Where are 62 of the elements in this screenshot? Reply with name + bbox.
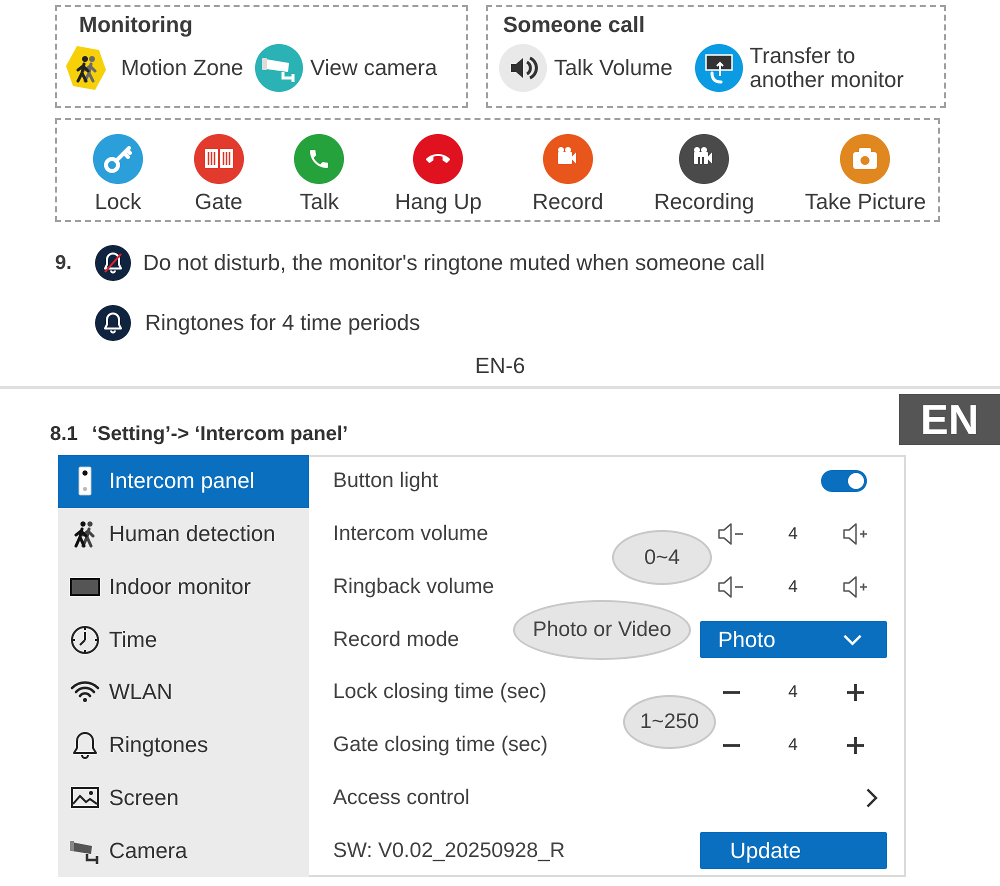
action-label: Take Picture: [804, 189, 926, 215]
value-text: 4: [788, 576, 798, 597]
cctv-camera-icon: [255, 44, 304, 92]
plus-icon[interactable]: [847, 736, 864, 754]
plus-icon[interactable]: [847, 684, 864, 701]
bell-muted-icon: [95, 245, 131, 281]
monitor-transfer-icon: [694, 44, 743, 92]
legend-label: Talk Volume: [554, 56, 673, 80]
setting-label: Button light: [333, 469, 438, 494]
chevron-right-icon[interactable]: [866, 788, 878, 808]
setting-label: Access control: [333, 786, 470, 810]
volume-up-icon[interactable]: [842, 521, 870, 548]
action-label: Lock: [94, 189, 142, 215]
setting-label: Record mode: [333, 628, 460, 652]
callout-bubble: Photo or Video: [513, 600, 691, 660]
language-label: EN: [899, 394, 1000, 445]
sidebar-item[interactable]: WLAN: [58, 666, 309, 719]
section-number: 8.1: [50, 422, 78, 447]
toggle-switch[interactable]: [821, 470, 867, 492]
sidebar-item[interactable]: Human detection: [58, 508, 309, 560]
setting-label: Lock closing time (sec): [333, 680, 547, 704]
value-text: 4: [788, 682, 798, 702]
setting-label: Intercom volume: [333, 522, 488, 546]
box-title: Monitoring: [79, 12, 193, 38]
bell-icon: [70, 730, 100, 760]
dropdown[interactable]: Photo: [700, 621, 887, 658]
sidebar-item[interactable]: Screen: [58, 772, 309, 824]
setting-label: SW: V0.02_20250928_R: [333, 838, 565, 863]
volume-down-icon[interactable]: [717, 574, 745, 600]
action-label: Record: [532, 189, 604, 215]
sidebar-item[interactable]: Ringtones: [58, 718, 309, 772]
sidebar-item[interactable]: Time: [58, 613, 309, 666]
section-title: ‘Setting’-> ‘Intercom panel’: [92, 422, 348, 447]
volume-down-icon[interactable]: [717, 521, 745, 548]
sidebar-item[interactable]: Indoor monitor: [58, 560, 309, 614]
page-number: EN-6: [474, 353, 526, 379]
legend-label: Motion Zone: [121, 56, 244, 80]
action-label: Recording: [654, 189, 754, 215]
box-title: Someone call: [503, 12, 645, 38]
sidebar-item[interactable]: Camera: [58, 824, 309, 877]
chevron-down-icon: [843, 634, 862, 646]
action-label: Hang Up: [394, 189, 482, 215]
legend-label: View camera: [310, 56, 438, 80]
list-number: 9.: [55, 252, 72, 274]
callout-bubble: 0~4: [612, 530, 712, 585]
volume-up-icon[interactable]: [842, 574, 870, 600]
update-button[interactable]: Update: [700, 832, 887, 870]
setting-label: Gate closing time (sec): [333, 733, 548, 758]
legend-label: Transfer to another monitor: [750, 44, 905, 92]
walking-people-icon: [66, 45, 106, 91]
sidebar-item[interactable]: Intercom panel: [58, 455, 309, 508]
note-text: Ringtones for 4 time periods: [145, 310, 420, 336]
clock-icon: [70, 624, 100, 655]
action-label: Gate: [194, 189, 242, 215]
value-text: 4: [788, 524, 798, 544]
bell-icon: [95, 305, 131, 341]
callout-bubble: 1~250: [623, 695, 716, 749]
setting-label: Ringback volume: [333, 574, 494, 599]
note-text: Do not disturb, the monitor's ringtone muted when someone call: [143, 250, 765, 276]
speaker-icon: [499, 44, 547, 92]
value-text: 4: [788, 735, 798, 756]
action-label: Talk: [300, 189, 339, 215]
